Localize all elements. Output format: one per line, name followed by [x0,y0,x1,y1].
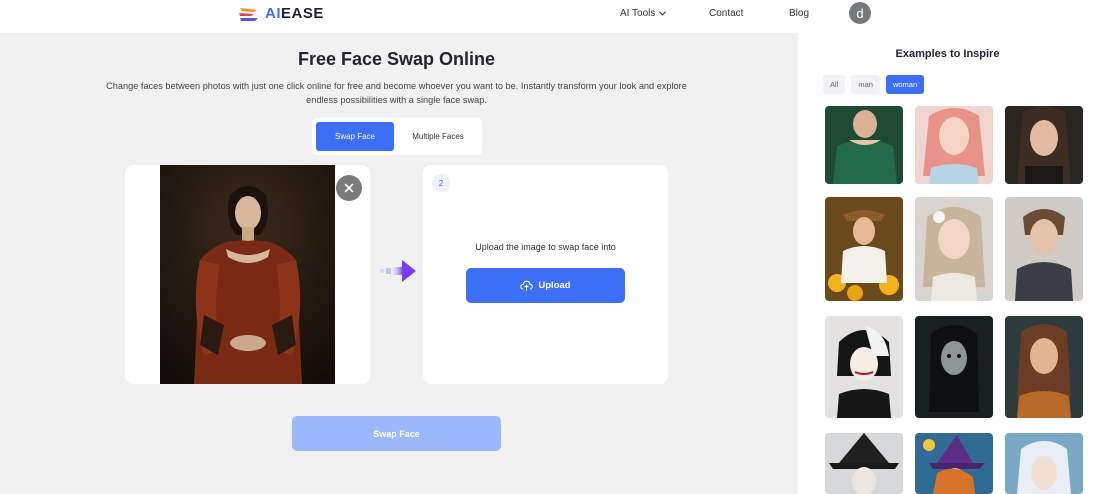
examples-title: Examples to Inspire [895,48,1000,60]
top-navigation: AIEASE AI Tools Contact Blog d [0,0,1097,33]
nav-ai-tools-label: AI Tools [620,8,656,19]
example-thumb[interactable] [1005,433,1083,494]
example-image [915,433,993,494]
example-image [915,106,993,184]
close-icon [344,183,354,193]
nav-blog[interactable]: Blog [789,8,809,19]
example-thumb[interactable] [915,433,993,494]
example-filters: All man woman [823,75,925,94]
example-thumb[interactable] [825,316,903,418]
example-thumb[interactable] [1005,316,1083,418]
filter-woman[interactable]: woman [885,75,925,94]
logo-mark-icon [239,7,258,21]
upload-prompt: Upload the image to swap face into [475,242,616,252]
target-image-card: 2 Upload the image to swap face into Upl… [423,165,668,384]
page-title: Free Face Swap Online [297,49,496,69]
chevron-down-icon [659,11,667,16]
upload-button-label: Upload [538,280,571,291]
example-thumb[interactable] [915,197,993,301]
example-image [915,197,993,301]
example-thumb[interactable] [825,433,903,494]
example-thumb[interactable] [915,106,993,184]
source-image-card [125,165,370,384]
logo-text-ai: AI [265,5,281,22]
brand-logo[interactable]: AIEASE [238,5,324,22]
example-image [825,197,903,301]
example-image [1005,197,1083,301]
step-number-badge: 2 [432,174,450,192]
example-image [825,316,903,418]
mode-tabs: Swap Face Multiple Faces [312,118,482,155]
nav-contact[interactable]: Contact [709,8,743,19]
example-image [1005,433,1083,494]
example-image [915,316,993,418]
example-image [825,433,903,494]
user-avatar[interactable]: d [849,2,871,24]
source-photo [160,165,335,384]
page-subtitle: Change faces between photos with just on… [106,81,687,105]
upload-button[interactable]: Upload [466,268,625,303]
example-thumb[interactable] [825,106,903,184]
filter-man[interactable]: man [851,75,880,94]
example-thumb[interactable] [825,197,903,301]
example-image [1005,316,1083,418]
logo-text-ease: EASE [281,5,324,22]
nav-ai-tools[interactable]: AI Tools [620,8,667,19]
main-content: Free Face Swap Online Change faces betwe… [0,33,798,494]
portrait-woman-red-dress-image [160,165,335,384]
example-image [825,106,903,184]
filter-all[interactable]: All [823,75,846,94]
logo-text: AIEASE [265,5,324,22]
cloud-upload-icon [520,280,534,291]
arrow-right-icon [380,260,416,282]
example-thumb[interactable] [1005,197,1083,301]
swap-face-button[interactable]: Swap Face [292,416,501,451]
remove-image-button[interactable] [336,175,362,201]
example-image [1005,106,1083,184]
tab-swap-face[interactable]: Swap Face [316,122,394,151]
example-thumb[interactable] [1005,106,1083,184]
tab-multiple-faces[interactable]: Multiple Faces [398,122,478,151]
examples-panel: Examples to Inspire All man woman [798,33,1097,494]
example-thumb[interactable] [915,316,993,418]
